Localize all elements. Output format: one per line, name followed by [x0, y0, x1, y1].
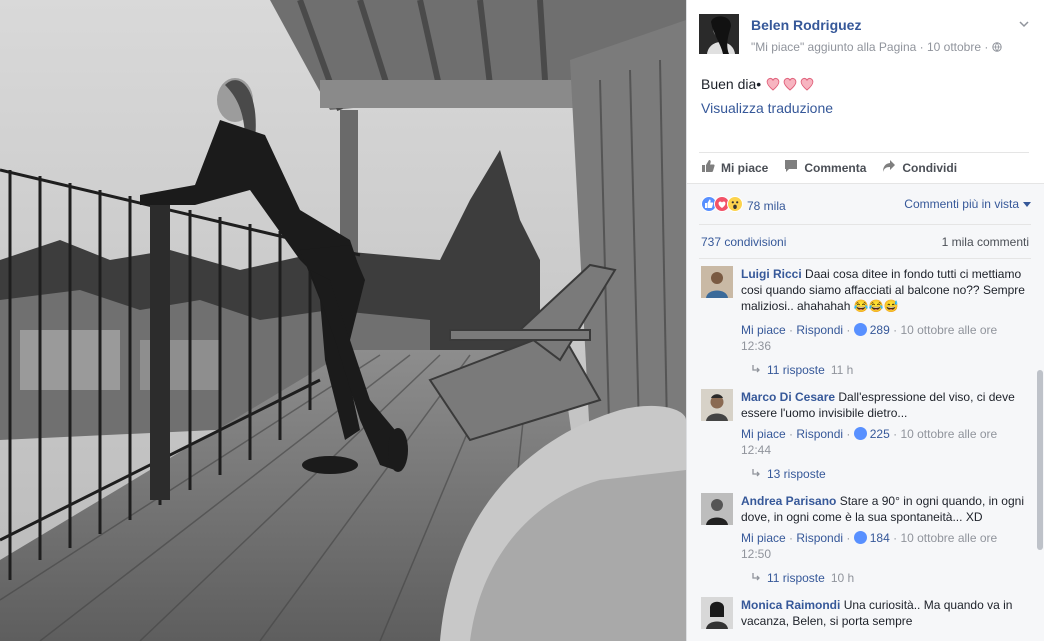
share-icon [882, 159, 896, 176]
comment-reply-link[interactable]: Rispondi [796, 427, 843, 441]
comment-label: Commenta [804, 160, 867, 175]
caret-down-icon [1023, 197, 1031, 211]
replies-count: 11 risposte [767, 571, 825, 585]
comment-reply-link[interactable]: Rispondi [796, 323, 843, 337]
reply-arrow-icon [751, 467, 761, 481]
share-button[interactable]: Condividi [882, 159, 957, 176]
replies-time: 11 h [830, 363, 854, 377]
shares-count[interactable]: 737 condivisioni [701, 235, 786, 249]
comment-like-link[interactable]: Mi piace [741, 427, 786, 441]
commenter-avatar[interactable] [701, 389, 733, 421]
comment-meta: Mi piace · Rispondi · 225 · 10 ottobre a… [741, 427, 998, 457]
comments-count[interactable]: 1 mila commenti [942, 235, 1029, 249]
reply-arrow-icon [751, 363, 761, 377]
comment-sort-dropdown[interactable]: Commenti più in vista [904, 197, 1031, 211]
like-label: Mi piace [721, 160, 769, 175]
comment-body: Monica Raimondi Una curiosità.. Ma quand… [741, 597, 1031, 629]
comment-author[interactable]: Andrea Parisano [741, 494, 836, 508]
globe-icon [991, 40, 1002, 54]
comment-date[interactable]: 10 ottobre alle ore [900, 531, 997, 545]
comment-like-count[interactable]: 225 [870, 427, 890, 441]
post-message: Buen dia• [701, 76, 762, 92]
heart-emoji-icon [765, 76, 815, 92]
like-badge-icon [853, 531, 867, 544]
post-text: Buen dia• [701, 76, 815, 92]
comment-icon [784, 159, 798, 176]
comment-date[interactable]: 10 ottobre alle ore [900, 323, 997, 337]
replies-count: 11 risposte [767, 363, 825, 377]
commenter-avatar[interactable] [701, 266, 733, 298]
post-meta-text: "Mi piace" aggiunto alla Pagina · 10 ott… [751, 40, 992, 54]
commenter-avatar[interactable] [701, 597, 733, 629]
comment-button[interactable]: Commenta [784, 159, 866, 176]
comment-time[interactable]: 12:36 [741, 339, 771, 353]
comment-reply-link[interactable]: Rispondi [796, 531, 843, 545]
comment-like-link[interactable]: Mi piace [741, 531, 786, 545]
reactions-count: 78 mila [747, 198, 786, 213]
chevron-down-icon[interactable] [1018, 18, 1030, 30]
like-badge-icon [853, 427, 867, 440]
comment-body: Andrea Parisano Stare a 90° in ogni quan… [741, 493, 1031, 525]
avatar-image [699, 14, 739, 54]
page-name[interactable]: Belen Rodriguez [751, 17, 861, 33]
reactions-summary[interactable]: 78 mila [701, 196, 786, 215]
view-replies-link[interactable]: 11 risposte 10 h [751, 571, 854, 585]
post-panel: Belen Rodriguez "Mi piace" aggiunto alla… [686, 0, 1044, 641]
feedback-section: 78 mila Commenti più in vista 737 condiv… [687, 183, 1044, 641]
wow-reaction-icon [727, 196, 743, 215]
comments-scrollbar[interactable] [1037, 370, 1043, 550]
comment-time[interactable]: 12:50 [741, 547, 771, 561]
comment-author[interactable]: Marco Di Cesare [741, 390, 835, 404]
like-button[interactable]: Mi piace [701, 159, 768, 176]
view-replies-link[interactable]: 11 risposte 11 h [751, 363, 853, 377]
comment-like-link[interactable]: Mi piace [741, 323, 786, 337]
comment-body: Luigi Ricci Daai cosa ditee in fondo tut… [741, 266, 1031, 314]
post-actions: Mi piace Commenta Condividi [699, 152, 1029, 182]
comment-author[interactable]: Monica Raimondi [741, 598, 840, 612]
divider [699, 258, 1031, 259]
replies-time: 10 h [830, 571, 855, 585]
post-photo[interactable] [0, 0, 686, 641]
post-header: Belen Rodriguez "Mi piace" aggiunto alla… [687, 0, 1044, 64]
comment-like-count[interactable]: 289 [870, 323, 890, 337]
comment-meta: Mi piace · Rispondi · 289 · 10 ottobre a… [741, 323, 998, 353]
comment-time[interactable]: 12:44 [741, 443, 771, 457]
translate-link[interactable]: Visualizza traduzione [701, 100, 833, 116]
comment-body: Marco Di Cesare Dall'espressione del vis… [741, 389, 1031, 421]
comment-like-count[interactable]: 184 [870, 531, 890, 545]
post-subline: "Mi piace" aggiunto alla Pagina · 10 ott… [751, 40, 1002, 54]
sort-label: Commenti più in vista [904, 197, 1019, 211]
commenter-avatar[interactable] [701, 493, 733, 525]
view-replies-link[interactable]: 13 risposte [751, 467, 826, 481]
page-avatar[interactable] [699, 14, 739, 54]
comment-date[interactable]: 10 ottobre alle ore [900, 427, 997, 441]
divider [699, 224, 1031, 225]
comment-author[interactable]: Luigi Ricci [741, 267, 802, 281]
comment-meta: Mi piace · Rispondi · 184 · 10 ottobre a… [741, 531, 998, 561]
thumbs-up-icon [701, 159, 715, 176]
balcony-photo [0, 0, 686, 641]
replies-count: 13 risposte [767, 467, 826, 481]
reply-arrow-icon [751, 571, 761, 585]
share-label: Condividi [902, 160, 958, 175]
like-badge-icon [853, 323, 867, 336]
